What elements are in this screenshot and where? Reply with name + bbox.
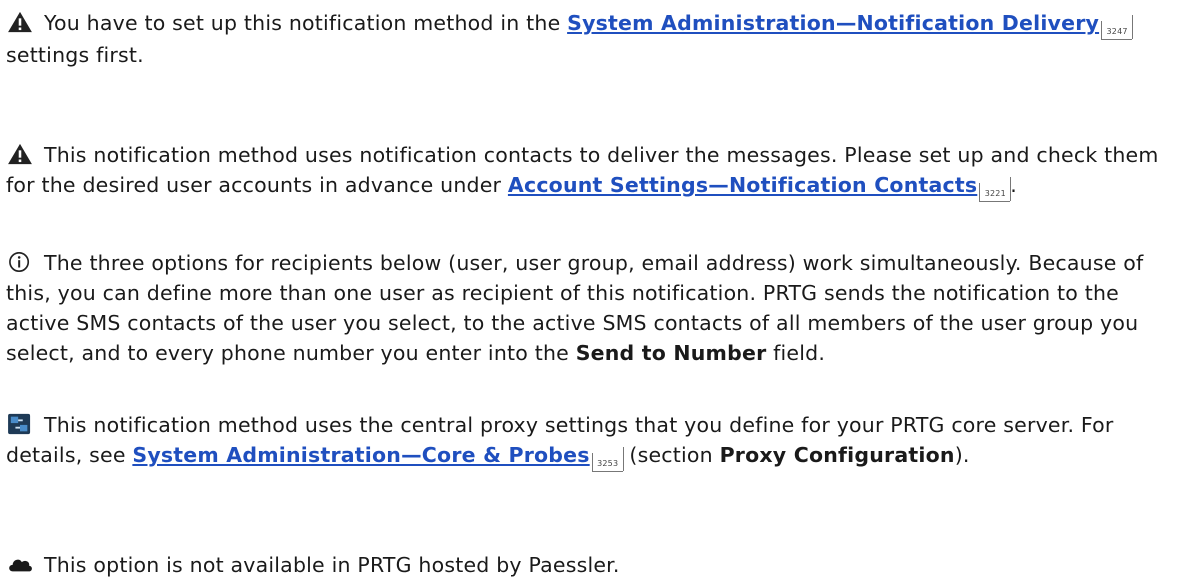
note-notification-delivery: You have to set up this notification met… xyxy=(6,8,1172,70)
link-account-settings-notification-contacts[interactable]: Account Settings—Notification Contacts xyxy=(508,173,977,197)
page-reference[interactable]: 3221 xyxy=(979,177,1012,202)
warning-icon xyxy=(8,143,32,165)
link-system-admin-notification-delivery[interactable]: System Administration—Notification Deliv… xyxy=(567,11,1099,35)
note-proxy-settings: This notification method uses the centra… xyxy=(6,410,1172,472)
info-icon xyxy=(9,252,30,272)
page-reference[interactable]: 3253 xyxy=(591,447,624,472)
page-reference[interactable]: 3247 xyxy=(1101,15,1134,40)
note-notification-contacts: This notification method uses notificati… xyxy=(6,140,1172,202)
proxy-configuration-label: Proxy Configuration xyxy=(719,443,955,467)
link-system-admin-core-probes[interactable]: System Administration—Core & Probes xyxy=(132,443,589,467)
proxy-icon xyxy=(8,413,31,435)
cloud-icon xyxy=(9,559,32,572)
send-to-number-label: Send to Number xyxy=(575,341,767,365)
note-hosted-availability: This option is not available in PRTG hos… xyxy=(6,550,1172,580)
note-recipients: The three options for recipients below (… xyxy=(6,251,1144,365)
warning-icon xyxy=(8,11,32,33)
